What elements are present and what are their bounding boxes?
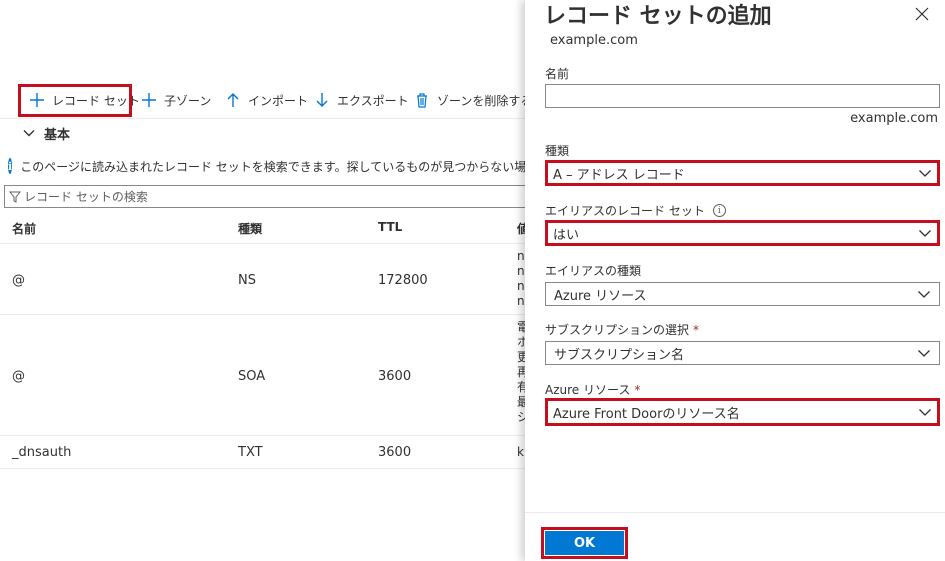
chevron-down-icon xyxy=(919,230,931,237)
subscription-dropdown[interactable]: サブスクリプション名 xyxy=(545,341,940,365)
subscription-label-text: サブスクリプションの選択 xyxy=(545,323,690,337)
type-label: 種類 xyxy=(545,142,569,159)
alias-selected-value: はい xyxy=(553,227,580,243)
export-label: エクスポート xyxy=(337,93,409,108)
alias-label: エイリアスのレコード セット i xyxy=(545,202,726,219)
add-child-zone-button[interactable]: 子ゾーン xyxy=(140,84,211,116)
table-row[interactable]: _dnsauth TXT 3600 k xyxy=(0,436,525,469)
add-child-zone-label: 子ゾーン xyxy=(164,93,212,108)
alias-dropdown[interactable]: はい xyxy=(545,220,940,246)
azure-resource-label: Azure リソース * xyxy=(545,381,640,398)
info-icon: i xyxy=(8,158,13,174)
chevron-down-icon xyxy=(918,291,930,298)
column-header-name[interactable]: 名前 xyxy=(12,220,36,237)
name-label-text: 名前 xyxy=(545,67,570,81)
azure-resource-dropdown[interactable]: Azure Front Doorのリソース名 xyxy=(545,398,940,426)
table-row[interactable]: @ NS 172800 n n n n xyxy=(0,244,525,315)
row-type: TXT xyxy=(238,445,263,460)
ok-button[interactable]: OK xyxy=(545,531,624,555)
row-type: SOA xyxy=(238,369,266,384)
table-row[interactable]: @ SOA 3600 電 ホ 更 再 有 最 シ xyxy=(0,315,525,436)
chevron-down-icon xyxy=(918,350,930,357)
azure-resource-label-text: Azure リソース xyxy=(545,383,631,397)
import-label: インポート xyxy=(248,93,309,108)
chevron-down-icon xyxy=(919,170,931,177)
blade-subtitle: example.com xyxy=(550,33,638,48)
name-input[interactable] xyxy=(545,84,940,108)
alias-label-text: エイリアスのレコード セット xyxy=(545,204,705,218)
trash-icon xyxy=(413,91,431,109)
search-placeholder: レコード セットの検索 xyxy=(24,190,148,204)
essentials-toggle[interactable]: 基本 xyxy=(0,118,525,146)
row-ttl: 3600 xyxy=(378,445,412,460)
chevron-down-icon xyxy=(919,409,931,416)
name-label: 名前 xyxy=(545,65,569,82)
import-button[interactable]: インポート xyxy=(224,84,308,116)
record-set-highlight xyxy=(18,84,132,117)
dns-zone-page: レコード セット 子ゾーン インポート エクスポート ゾーンを削除する 基本 i… xyxy=(0,0,525,561)
alias-type-dropdown[interactable]: Azure リソース xyxy=(545,282,940,306)
export-button[interactable]: エクスポート xyxy=(313,84,409,116)
alias-type-selected-value: Azure リソース xyxy=(554,288,647,304)
row-ttl: 3600 xyxy=(378,369,412,384)
row-type: NS xyxy=(238,273,256,288)
subscription-label: サブスクリプションの選択 * xyxy=(545,321,699,338)
row-name[interactable]: @ xyxy=(12,369,25,384)
required-mark: * xyxy=(634,382,641,397)
search-info-banner: i このページに読み込まれたレコード セットを検索できます。探しているものが見つ… xyxy=(8,157,525,175)
row-ttl: 172800 xyxy=(378,273,428,288)
ok-highlight: OK xyxy=(541,527,628,559)
type-dropdown[interactable]: A – アドレス レコード xyxy=(545,160,940,186)
plus-icon xyxy=(140,91,158,109)
add-record-set-blade: レコード セットの追加 example.com 名前 example.com 種… xyxy=(525,0,945,561)
type-selected-value: A – アドレス レコード xyxy=(553,167,685,183)
alias-type-label: エイリアスの種類 xyxy=(545,262,641,279)
filter-icon xyxy=(9,191,21,203)
subscription-selected-value: サブスクリプション名 xyxy=(554,347,685,363)
azure-resource-selected-value: Azure Front Doorのリソース名 xyxy=(553,406,740,422)
required-mark: * xyxy=(693,322,700,337)
alias-type-label-text: エイリアスの種類 xyxy=(545,264,642,278)
info-text: このページに読み込まれたレコード セットを検索できます。探しているものが見つから… xyxy=(20,159,525,174)
column-header-value[interactable]: 値 xyxy=(517,220,525,237)
grid-header: 名前 種類 TTL 値 xyxy=(0,212,525,244)
column-header-ttl[interactable]: TTL xyxy=(378,220,402,234)
chevron-down-icon xyxy=(23,130,35,137)
type-label-text: 種類 xyxy=(545,144,570,158)
blade-footer: OK xyxy=(525,512,945,561)
delete-zone-button[interactable]: ゾーンを削除する xyxy=(413,84,525,116)
delete-zone-label: ゾーンを削除する xyxy=(437,93,525,108)
row-name[interactable]: @ xyxy=(12,273,25,288)
row-value: n n n n xyxy=(517,249,525,308)
info-icon[interactable]: i xyxy=(712,204,726,217)
arrow-down-icon xyxy=(313,91,331,109)
row-name[interactable]: _dnsauth xyxy=(12,445,71,460)
column-header-type[interactable]: 種類 xyxy=(238,220,262,237)
row-value: 電 ホ 更 再 有 最 シ xyxy=(517,320,525,424)
row-value: k xyxy=(517,445,524,459)
arrow-up-icon xyxy=(224,91,242,109)
record-search-input[interactable]: レコード セットの検索 xyxy=(4,185,525,208)
blade-title: レコード セットの追加 xyxy=(544,4,772,29)
close-icon[interactable] xyxy=(913,5,931,23)
essentials-label: 基本 xyxy=(44,128,71,143)
name-suffix: example.com xyxy=(850,111,938,126)
